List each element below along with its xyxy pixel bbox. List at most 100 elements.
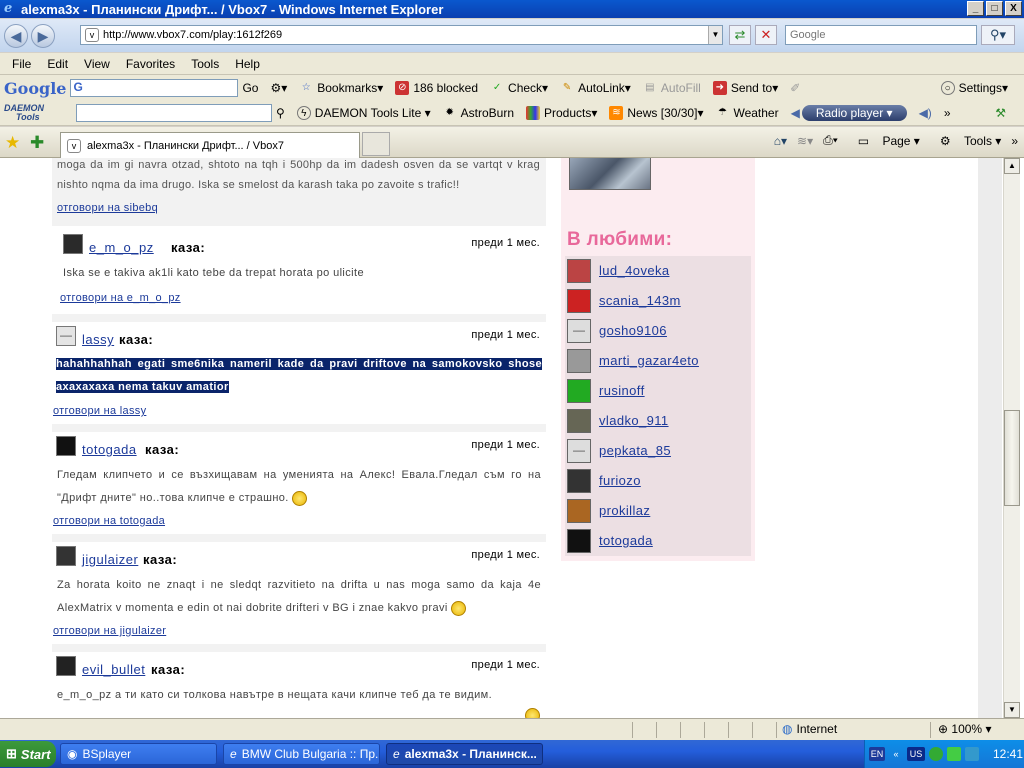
toolbar-overflow-icon[interactable]: » xyxy=(944,106,951,120)
autofill-button[interactable]: ▤ AutoFill xyxy=(643,81,701,95)
new-tab-button[interactable] xyxy=(362,132,390,156)
stop-button[interactable]: ✕ xyxy=(755,25,777,45)
favorite-user-link[interactable]: marti_gazar4eto xyxy=(599,353,699,368)
popup-blocked-button[interactable]: ⊘ 186 blocked xyxy=(395,81,478,95)
avatar[interactable] xyxy=(56,656,76,676)
close-window-button[interactable]: X xyxy=(1005,1,1022,16)
sendto-button[interactable]: ➜ Send to ▾ xyxy=(712,81,778,95)
menu-edit[interactable]: Edit xyxy=(39,57,76,71)
avatar[interactable] xyxy=(56,436,76,456)
daemon-logo-line2: Tools xyxy=(16,111,40,122)
comment-username[interactable]: lassy xyxy=(82,332,114,347)
print-icon[interactable]: ⎙▾ xyxy=(823,133,838,148)
daemon-lite-button[interactable]: ϟ DAEMON Tools Lite ▾ xyxy=(296,105,431,120)
comment-username[interactable]: e_m_o_pz xyxy=(89,240,154,255)
daemon-search-icon[interactable]: ⚲ xyxy=(276,106,285,120)
daemon-search-combo[interactable] xyxy=(76,103,272,122)
task-bmw-club[interactable]: e BMW Club Bulgaria :: Пр... xyxy=(223,743,380,765)
tools-menu[interactable]: ⚙ Tools ▾ xyxy=(930,134,1001,148)
address-dropdown-icon[interactable]: ▼ xyxy=(708,26,722,44)
scroll-down-button[interactable]: ▼ xyxy=(1004,702,1020,718)
comment-time: преди 1 мес. xyxy=(471,439,540,451)
security-zone[interactable]: ◍ Internet xyxy=(782,722,837,736)
add-favorite-icon[interactable]: ✚ xyxy=(30,133,44,153)
search-icon[interactable]: ⚲▾ xyxy=(981,25,1015,45)
home-icon[interactable]: ⌂▾ xyxy=(774,134,787,148)
bookmarks-button[interactable]: ☆ Bookmarks ▾ xyxy=(299,81,384,95)
forward-button[interactable]: ▶ xyxy=(31,23,55,48)
avatar[interactable] xyxy=(56,546,76,566)
command-overflow-icon[interactable]: » xyxy=(1011,134,1018,148)
minimize-button[interactable]: _ xyxy=(967,1,984,16)
favorite-user-link[interactable]: pepkata_85 xyxy=(599,443,671,458)
comment-username[interactable]: jigulaizer xyxy=(82,552,138,567)
radio-player-button[interactable]: Radio player ▾ xyxy=(801,104,907,121)
menu-file[interactable]: File xyxy=(4,57,39,71)
system-tray: EN « US 12:41 xyxy=(864,740,1024,768)
radio-prev-icon[interactable]: ◀ xyxy=(791,106,800,120)
start-button[interactable]: ⊞ Start xyxy=(0,741,56,767)
scroll-up-button[interactable]: ▲ xyxy=(1004,158,1020,174)
favorite-user-link[interactable]: scania_143m xyxy=(599,293,681,308)
popup-blocker-icon: ⊘ xyxy=(395,81,410,95)
spellcheck-button[interactable]: ✓ Check ▾ xyxy=(490,81,548,95)
avatar xyxy=(567,349,591,373)
tab-current[interactable]: v alexma3x - Планински Дрифт... / Vbox7 xyxy=(60,132,360,158)
keyboard-layout[interactable]: US xyxy=(907,747,925,761)
favorite-user-link[interactable]: totogada xyxy=(599,533,653,548)
lang-indicator[interactable]: EN xyxy=(869,747,885,761)
scrollbar-thumb[interactable] xyxy=(1004,410,1020,506)
favorite-user-link[interactable]: vladko_911 xyxy=(599,413,669,428)
search-input[interactable]: Google xyxy=(785,25,977,45)
radio-volume-icon[interactable]: ◀) xyxy=(919,106,932,120)
bsplayer-icon: ◉ xyxy=(67,747,78,761)
reply-link[interactable]: отговори на totogada xyxy=(53,515,165,527)
menu-favorites[interactable]: Favorites xyxy=(118,57,183,71)
refresh-button[interactable]: ⇄ xyxy=(729,25,751,45)
google-search-combo[interactable]: G xyxy=(70,79,239,97)
reply-link[interactable]: отговори на e_m_o_pz xyxy=(60,292,181,304)
settings-button[interactable]: ○ Settings ▾ xyxy=(940,81,1008,95)
task-bsplayer[interactable]: ◉ BSplayer xyxy=(60,743,217,765)
feeds-icon[interactable]: ≋▾ xyxy=(797,134,813,148)
favorite-user-link[interactable]: gosho9106 xyxy=(599,323,667,338)
back-button[interactable]: ◀ xyxy=(4,23,28,48)
menu-help[interactable]: Help xyxy=(227,57,268,71)
favorite-user-link[interactable]: furiozo xyxy=(599,473,641,488)
tray-app-icon[interactable] xyxy=(929,747,943,761)
news-button[interactable]: ≋ News [30/30] ▾ xyxy=(609,105,703,120)
tray-network-icon[interactable] xyxy=(965,747,979,761)
zoom-control[interactable]: ⊕ 100% ▾ xyxy=(938,722,991,736)
astroburn-button[interactable]: ✹ AstroBurn xyxy=(443,106,514,120)
google-go-button[interactable]: Go xyxy=(242,81,258,95)
wrench-icon[interactable]: ⚒ xyxy=(995,106,1006,120)
page-menu[interactable]: ▭ Page ▾ xyxy=(848,134,920,148)
favorite-user-link[interactable]: prokillaz xyxy=(599,503,650,518)
address-bar[interactable]: v http://www.vbox7.com/play:1612f269 ▼ xyxy=(80,25,723,45)
task-label: alexma3x - Планинск... xyxy=(404,747,537,761)
menu-tools[interactable]: Tools xyxy=(183,57,227,71)
comment-username[interactable]: totogada xyxy=(82,442,137,457)
favorite-user-link[interactable]: rusinoff xyxy=(599,383,645,398)
reply-link[interactable]: отговори на sibebq xyxy=(57,202,158,214)
tray-messenger-icon[interactable] xyxy=(947,747,961,761)
favorites-star-icon[interactable]: ★ xyxy=(5,133,20,153)
avatar[interactable]: — xyxy=(56,326,76,346)
reply-link[interactable]: отговори на lassy xyxy=(53,405,146,417)
favorite-user-link[interactable]: lud_4oveka xyxy=(599,263,670,278)
ie-task-icon: e xyxy=(393,747,400,761)
avatar[interactable] xyxy=(63,234,83,254)
vertical-scrollbar[interactable]: ▲ ▼ xyxy=(1003,158,1020,718)
pencil-icon[interactable]: ✐ xyxy=(790,81,800,95)
tray-expand-icon[interactable]: « xyxy=(889,747,903,761)
weather-button[interactable]: ☂ Weather xyxy=(715,106,779,120)
video-thumbnail[interactable] xyxy=(569,158,651,190)
products-button[interactable]: Products ▾ xyxy=(526,105,597,120)
menu-view[interactable]: View xyxy=(76,57,118,71)
task-vbox7[interactable]: e alexma3x - Планинск... xyxy=(386,743,543,765)
autolink-button[interactable]: ✎ AutoLink ▾ xyxy=(560,81,631,95)
google-options-icon[interactable]: ⚙▾ xyxy=(270,81,287,95)
maximize-button[interactable]: □ xyxy=(986,1,1003,16)
reply-link[interactable]: отговори на jigulaizer xyxy=(53,625,166,637)
comment-username[interactable]: evil_bullet xyxy=(82,662,145,677)
